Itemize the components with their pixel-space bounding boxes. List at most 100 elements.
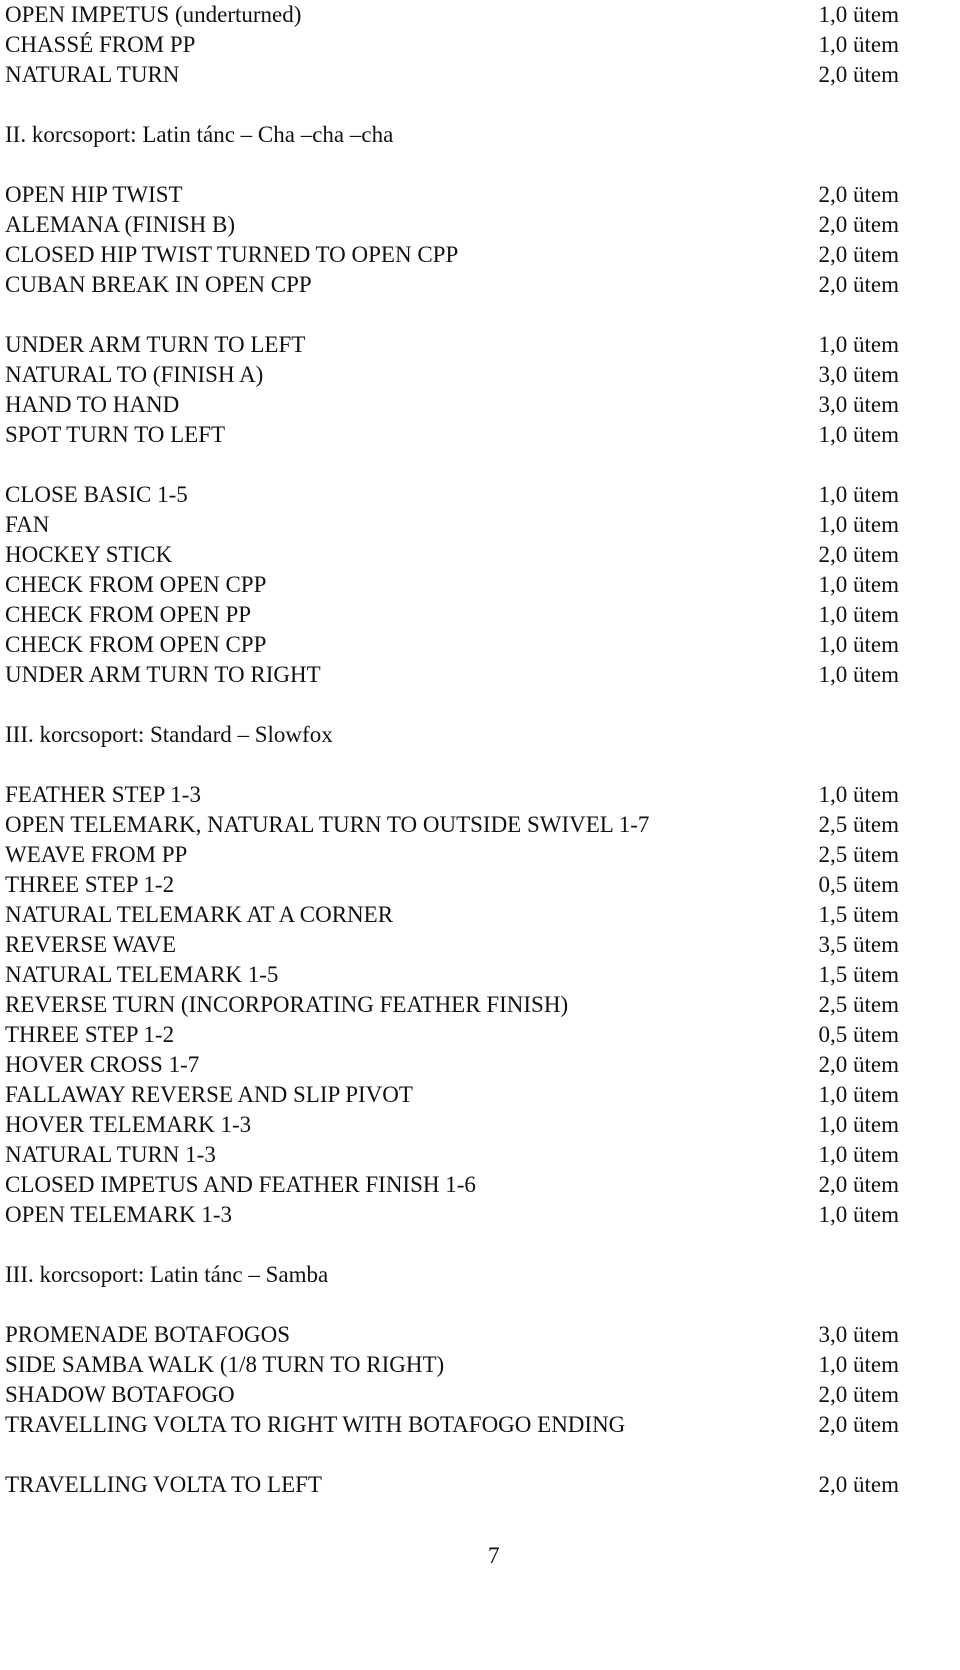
section-heading: II. korcsoport: Latin tánc – Cha –cha –c…: [5, 122, 394, 147]
figure-beats: 0,5 ütem: [818, 1022, 900, 1047]
figure-name: SIDE SAMBA WALK (1/8 TURN TO RIGHT): [5, 1352, 445, 1377]
figure-name: OPEN TELEMARK 1-3: [5, 1202, 233, 1227]
page-number: 7: [488, 1543, 500, 1568]
figure-row: CHECK FROM OPEN CPP 1,0 ütem: [5, 630, 899, 660]
figure-row: HOVER TELEMARK 1-3 1,0 ütem: [5, 1110, 899, 1140]
figure-row: HOVER CROSS 1-7 2,0 ütem: [5, 1050, 899, 1080]
figure-name: UNDER ARM TURN TO RIGHT: [5, 662, 321, 687]
figure-beats: 1,0 ütem: [818, 1202, 900, 1227]
figure-name: CHASSÉ FROM PP: [5, 32, 196, 57]
figure-row: SIDE SAMBA WALK (1/8 TURN TO RIGHT) 1,0 ü…: [5, 1350, 899, 1380]
figure-beats: 1,0 ütem: [818, 1352, 900, 1377]
figure-name: HOCKEY STICK: [5, 542, 173, 567]
figure-beats: 2,5 ütem: [818, 842, 900, 867]
figure-name: REVERSE TURN (INCORPORATING FEATHER FINI…: [5, 992, 569, 1017]
figure-row: REVERSE WAVE 3,5 ütem: [5, 930, 899, 960]
figure-beats: 2,0 ütem: [818, 62, 900, 87]
section-heading: III. korcsoport: Latin tánc – Samba: [5, 1262, 329, 1287]
figure-beats: 1,5 ütem: [818, 962, 900, 987]
figure-row: CHASSÉ FROM PP 1,0 ütem: [5, 30, 899, 60]
figure-row: OPEN TELEMARK 1-3 1,0 ütem: [5, 1200, 899, 1230]
figure-beats: 1,5 ütem: [818, 902, 900, 927]
figure-beats: 1,0 ütem: [818, 422, 900, 447]
figure-row: NATURAL TELEMARK 1-5 1,5 ütem: [5, 960, 899, 990]
figure-name: SHADOW BOTAFOGO: [5, 1382, 235, 1407]
figure-row: OPEN TELEMARK, NATURAL TURN TO OUTSIDE S…: [5, 810, 899, 840]
figure-beats: 1,0 ütem: [818, 332, 900, 357]
figure-beats: 2,5 ütem: [818, 812, 900, 837]
figure-row: FEATHER STEP 1-3 1,0 ütem: [5, 780, 899, 810]
figure-row: SPOT TURN TO LEFT 1,0 ütem: [5, 420, 899, 450]
figure-name: THREE STEP 1-2: [5, 872, 175, 897]
figure-row: THREE STEP 1-2 0,5 ütem: [5, 870, 899, 900]
figure-row: NATURAL TO (FINISH A) 3,0 ütem: [5, 360, 899, 390]
figure-row: SHADOW BOTAFOGO 2,0 ütem: [5, 1380, 899, 1410]
figure-beats: 1,0 ütem: [818, 572, 900, 597]
figure-beats: 1,0 ütem: [818, 512, 900, 537]
figure-name: OPEN HIP TWIST: [5, 182, 183, 207]
figure-name: FEATHER STEP 1-3: [5, 782, 201, 807]
figure-name: CHECK FROM OPEN PP: [5, 602, 252, 627]
figure-name: HOVER CROSS 1-7: [5, 1052, 200, 1077]
figure-beats: 2,0 ütem: [818, 1052, 900, 1077]
section-heading: III. korcsoport: Standard – Slowfox: [5, 722, 333, 747]
figure-row: OPEN HIP TWIST 2,0 ütem: [5, 180, 899, 210]
figure-beats: 2,5 ütem: [818, 992, 900, 1017]
figure-beats: 2,0 ütem: [818, 1172, 900, 1197]
figure-beats: 1,0 ütem: [818, 482, 900, 507]
figure-name: NATURAL TURN: [5, 62, 180, 87]
figure-name: CLOSE BASIC 1-5: [5, 482, 188, 507]
figure-row: NATURAL TURN 1-3 1,0 ütem: [5, 1140, 899, 1170]
figure-beats: 1,0 ütem: [818, 602, 900, 627]
figure-name: HOVER TELEMARK 1-3: [5, 1112, 252, 1137]
figure-name: SPOT TURN TO LEFT: [5, 422, 226, 447]
figure-row: HAND TO HAND 3,0 ütem: [5, 390, 899, 420]
figure-beats: 0,5 ütem: [818, 872, 900, 897]
figure-row: CHECK FROM OPEN CPP 1,0 ütem: [5, 570, 899, 600]
figure-name: FALLAWAY REVERSE AND SLIP PIVOT: [5, 1082, 413, 1107]
figure-beats: 1,0 ütem: [818, 662, 900, 687]
figure-row: CLOSE BASIC 1-5 1,0 ütem: [5, 480, 899, 510]
figure-beats: 2,0 ütem: [818, 242, 900, 267]
figure-row: HOCKEY STICK 2,0 ütem: [5, 540, 899, 570]
figure-row: CLOSED IMPETUS AND FEATHER FINISH 1-6 2,0…: [5, 1170, 899, 1200]
figure-name: ALEMANA (FINISH B): [5, 212, 235, 237]
figure-row: CLOSED HIP TWIST TURNED TO OPEN CPP 2,0 ü…: [5, 240, 899, 270]
figure-beats: 2,0 ütem: [818, 272, 900, 297]
figure-beats: 2,0 ütem: [818, 542, 900, 567]
figure-name: HAND TO HAND: [5, 392, 180, 417]
figure-beats: 1,0 ütem: [818, 32, 900, 57]
figure-beats: 1,0 ütem: [818, 632, 900, 657]
figure-name: REVERSE WAVE: [5, 932, 177, 957]
figure-name: CLOSED IMPETUS AND FEATHER FINISH 1-6: [5, 1172, 476, 1197]
figure-beats: 2,0 ütem: [818, 1382, 900, 1407]
figure-name: OPEN TELEMARK, NATURAL TURN TO OUTSIDE S…: [5, 812, 650, 837]
figure-name: THREE STEP 1-2: [5, 1022, 175, 1047]
figure-beats: 3,0 ütem: [818, 362, 900, 387]
figure-row: UNDER ARM TURN TO RIGHT 1,0 ütem: [5, 660, 899, 690]
figure-name: TRAVELLING VOLTA TO RIGHT WITH BOTAFOGO …: [5, 1412, 626, 1437]
figure-name: PROMENADE BOTAFOGOS: [5, 1322, 291, 1347]
figure-row: OPEN IMPETUS (underturned) 1,0 ütem: [5, 0, 899, 30]
figure-beats: 1,0 ütem: [818, 1112, 900, 1137]
figure-beats: 2,0 ütem: [818, 1472, 900, 1497]
figure-beats: 1,0 ütem: [818, 2, 900, 27]
figure-row: UNDER ARM TURN TO LEFT 1,0 ütem: [5, 330, 899, 360]
figure-row: WEAVE FROM PP 2,5 ütem: [5, 840, 899, 870]
figure-row: CUBAN BREAK IN OPEN CPP 2,0 ütem: [5, 270, 899, 300]
figure-name: NATURAL TELEMARK 1-5: [5, 962, 279, 987]
figure-row: ALEMANA (FINISH B) 2,0 ütem: [5, 210, 899, 240]
figure-name: FAN: [5, 512, 50, 537]
figure-row: NATURAL TELEMARK AT A CORNER 1,5 ütem: [5, 900, 899, 930]
figure-row: REVERSE TURN (INCORPORATING FEATHER FINI…: [5, 990, 899, 1020]
figure-name: WEAVE FROM PP: [5, 842, 188, 867]
figure-name: UNDER ARM TURN TO LEFT: [5, 332, 306, 357]
figure-name: NATURAL TURN 1-3: [5, 1142, 216, 1167]
figure-name: NATURAL TO (FINISH A): [5, 362, 264, 387]
figure-name: CLOSED HIP TWIST TURNED TO OPEN CPP: [5, 242, 459, 267]
figure-row: FALLAWAY REVERSE AND SLIP PIVOT 1,0 ütem: [5, 1080, 899, 1110]
figure-beats: 3,0 ütem: [818, 392, 900, 417]
figure-beats: 2,0 ütem: [818, 182, 900, 207]
figure-name: CHECK FROM OPEN CPP: [5, 572, 267, 597]
figure-row: PROMENADE BOTAFOGOS 3,0 ütem: [5, 1320, 899, 1350]
